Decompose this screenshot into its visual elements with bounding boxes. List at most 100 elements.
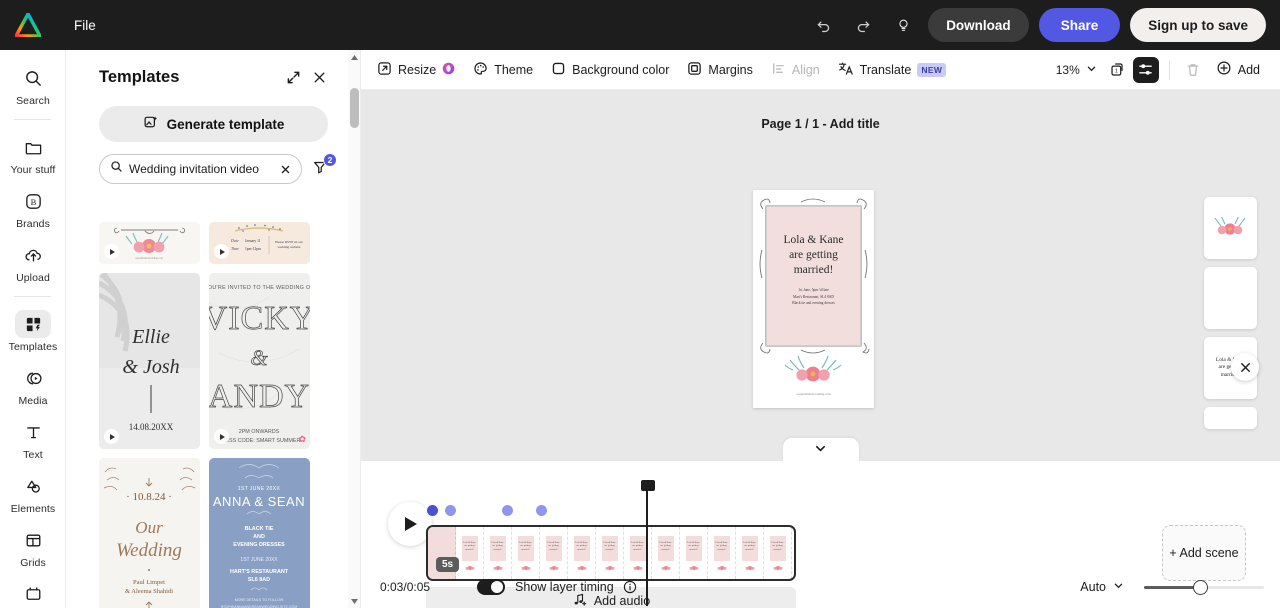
scene-frame[interactable]: Lola & Kane are getting married! [652, 527, 680, 579]
sidebar-item-brands[interactable]: B Brands [0, 181, 65, 235]
frame-thumbnail: Lola & Kane are getting married! [683, 533, 704, 573]
scene-frame[interactable]: Lola & Kane are getting married! [596, 527, 624, 579]
layer-dot[interactable] [445, 505, 456, 516]
sparkle-image-icon [143, 115, 159, 134]
info-circle-icon[interactable] [623, 580, 637, 594]
scene-frame[interactable]: Lola & Kane are getting married! [540, 527, 568, 579]
sign-up-to-save-button[interactable]: Sign up to save [1130, 8, 1266, 42]
layer-dot[interactable] [536, 505, 547, 516]
sidebar-item-more[interactable] [0, 574, 65, 608]
play-preview-icon[interactable] [104, 429, 119, 444]
sidebar-item-your-stuff[interactable]: Your stuff [0, 127, 65, 181]
sidebar-item-elements[interactable]: Elements [0, 466, 65, 520]
frame-thumbnail: Lola & Kane are getting married! [487, 533, 508, 573]
design-card[interactable]: Lola & Kane are getting married! 1st Jun… [753, 190, 874, 408]
background-color-button[interactable]: Background color [543, 56, 677, 84]
play-preview-icon[interactable] [214, 429, 229, 444]
layer-dot[interactable] [502, 505, 513, 516]
template-card-vicky-and-andy[interactable]: YOU'RE INVITED TO THE WEDDING OF VICKY &… [209, 273, 310, 449]
clear-x-icon[interactable] [277, 161, 293, 177]
translate-button[interactable]: Translate NEW [830, 56, 955, 84]
align-button[interactable]: Align [763, 56, 828, 84]
fit-zoom-select[interactable]: Auto [1080, 580, 1124, 594]
search-input-value: Wedding invitation video [129, 162, 259, 176]
search-icon [15, 64, 51, 92]
frame-thumbnail: Lola & Kane are getting married! [515, 533, 536, 573]
scene-frame[interactable]: Lola & Kane are getting married! [484, 527, 512, 579]
download-button[interactable]: Download [928, 8, 1029, 42]
expand-diagonal-icon[interactable] [280, 64, 306, 90]
scroll-up-icon[interactable] [348, 50, 361, 64]
sidebar-item-label: Media [18, 395, 48, 407]
margins-button[interactable]: Margins [679, 56, 760, 84]
layer-thumb-partial[interactable] [1203, 407, 1257, 429]
timeline-zoom-slider[interactable] [1144, 579, 1264, 595]
template-card-anna-and-sean[interactable]: 1ST JUNE 20XX ANNA & SEAN BLACK TIE AND … [209, 458, 310, 608]
sidebar-item-label: Text [23, 449, 43, 461]
undo-icon[interactable] [808, 10, 838, 40]
resize-button[interactable]: Resize [369, 56, 463, 84]
trash-icon[interactable] [1180, 57, 1206, 83]
close-layers-panel-button[interactable] [1231, 353, 1259, 381]
play-preview-icon[interactable] [104, 244, 119, 259]
frame-thumbnail: Lola & Kane are getting married! [543, 533, 564, 573]
template-card-gold-confetti[interactable]: Date January 11 Time 1pm-12pm Please RSV… [209, 222, 310, 264]
sidebar-item-templates[interactable]: Templates [0, 304, 65, 358]
svg-text:HART'S RESTAURANT: HART'S RESTAURANT [230, 569, 289, 575]
scroll-down-icon[interactable] [348, 594, 361, 608]
template-card-our-wedding[interactable]: · 10.8.24 · Our Wedding Paul Limpet & Al… [99, 458, 200, 608]
align-label: Align [791, 62, 820, 77]
sidebar-item-search[interactable]: Search [0, 58, 65, 112]
slider-handle[interactable] [1193, 580, 1208, 595]
svg-text:Ellie: Ellie [131, 326, 170, 348]
layer-dot[interactable] [427, 505, 438, 516]
scene-frame[interactable]: Lola & Kane are getting married! [680, 527, 708, 579]
lightbulb-icon[interactable] [888, 10, 918, 40]
sidebar-item-text[interactable]: Text [0, 412, 65, 466]
zoom-level-control[interactable]: 13% [1050, 59, 1103, 81]
add-scene-button[interactable]: + Add scene [1162, 525, 1246, 581]
panel-scrollbar[interactable] [348, 50, 361, 608]
scrollbar-thumb[interactable] [350, 88, 359, 128]
scene-frame[interactable]: Lola & Kane are getting married! [568, 527, 596, 579]
search-input[interactable]: Wedding invitation video [99, 154, 302, 184]
show-layer-timing-toggle[interactable] [477, 579, 506, 595]
sidebar-item-media[interactable]: Media [0, 358, 65, 412]
plus-circle-icon [1216, 60, 1232, 79]
align-icon [771, 61, 786, 79]
page-title-label[interactable]: Page 1 / 1 - Add title [761, 117, 879, 131]
premium-flower-icon [442, 62, 455, 78]
layers-icon[interactable] [1132, 56, 1159, 83]
scene-frame[interactable]: Lola & Kane are getting married! [456, 527, 484, 579]
add-button[interactable]: Add [1208, 55, 1268, 84]
close-icon[interactable] [306, 64, 332, 90]
redo-icon[interactable] [848, 10, 878, 40]
share-button[interactable]: Share [1038, 8, 1121, 42]
play-preview-icon[interactable] [214, 244, 229, 259]
svg-text:& Josh: & Josh [122, 356, 179, 378]
canvas[interactable]: Page 1 / 1 - Add title Lola & Kane are g… [361, 90, 1280, 461]
scene-frame[interactable]: Lola & Kane are getting married! [708, 527, 736, 579]
svg-text:2PM ONWARDS: 2PM ONWARDS [239, 429, 280, 435]
layer-thumb-flowers[interactable] [1203, 197, 1257, 259]
template-card-ellie-and-josh[interactable]: Ellie & Josh 14.08.20XX [99, 273, 200, 449]
collapse-timeline-button[interactable] [782, 438, 859, 461]
scene-frame[interactable]: Lola & Kane are getting married! [624, 527, 652, 579]
playhead-handle[interactable] [640, 480, 655, 491]
theme-button[interactable]: Theme [465, 56, 541, 84]
adobe-express-logo[interactable] [0, 13, 56, 37]
scene-frame[interactable]: Lola & Kane are getting married! [764, 527, 792, 579]
sidebar-item-grids[interactable]: Grids [0, 520, 65, 574]
scene-timeline-strip[interactable]: Lola & Kane are getting married! Lola & Ka… [426, 525, 796, 581]
scene-frame[interactable]: Lola & Kane are getting married! [512, 527, 540, 579]
layer-thumb-blank[interactable] [1203, 267, 1257, 329]
generate-template-button[interactable]: Generate template [99, 106, 328, 142]
svg-text:B: B [30, 197, 36, 207]
text-t-icon [15, 418, 51, 446]
duplicate-page-icon[interactable]: 1 [1105, 57, 1131, 83]
template-card-floral-wreath[interactable]: ourpublishedwedding.com [99, 222, 200, 264]
filter-button[interactable]: 2 [306, 153, 337, 183]
scene-frame[interactable]: Lola & Kane are getting married! [736, 527, 764, 579]
file-menu[interactable]: File [64, 13, 106, 38]
sidebar-item-upload[interactable]: Upload [0, 235, 65, 289]
